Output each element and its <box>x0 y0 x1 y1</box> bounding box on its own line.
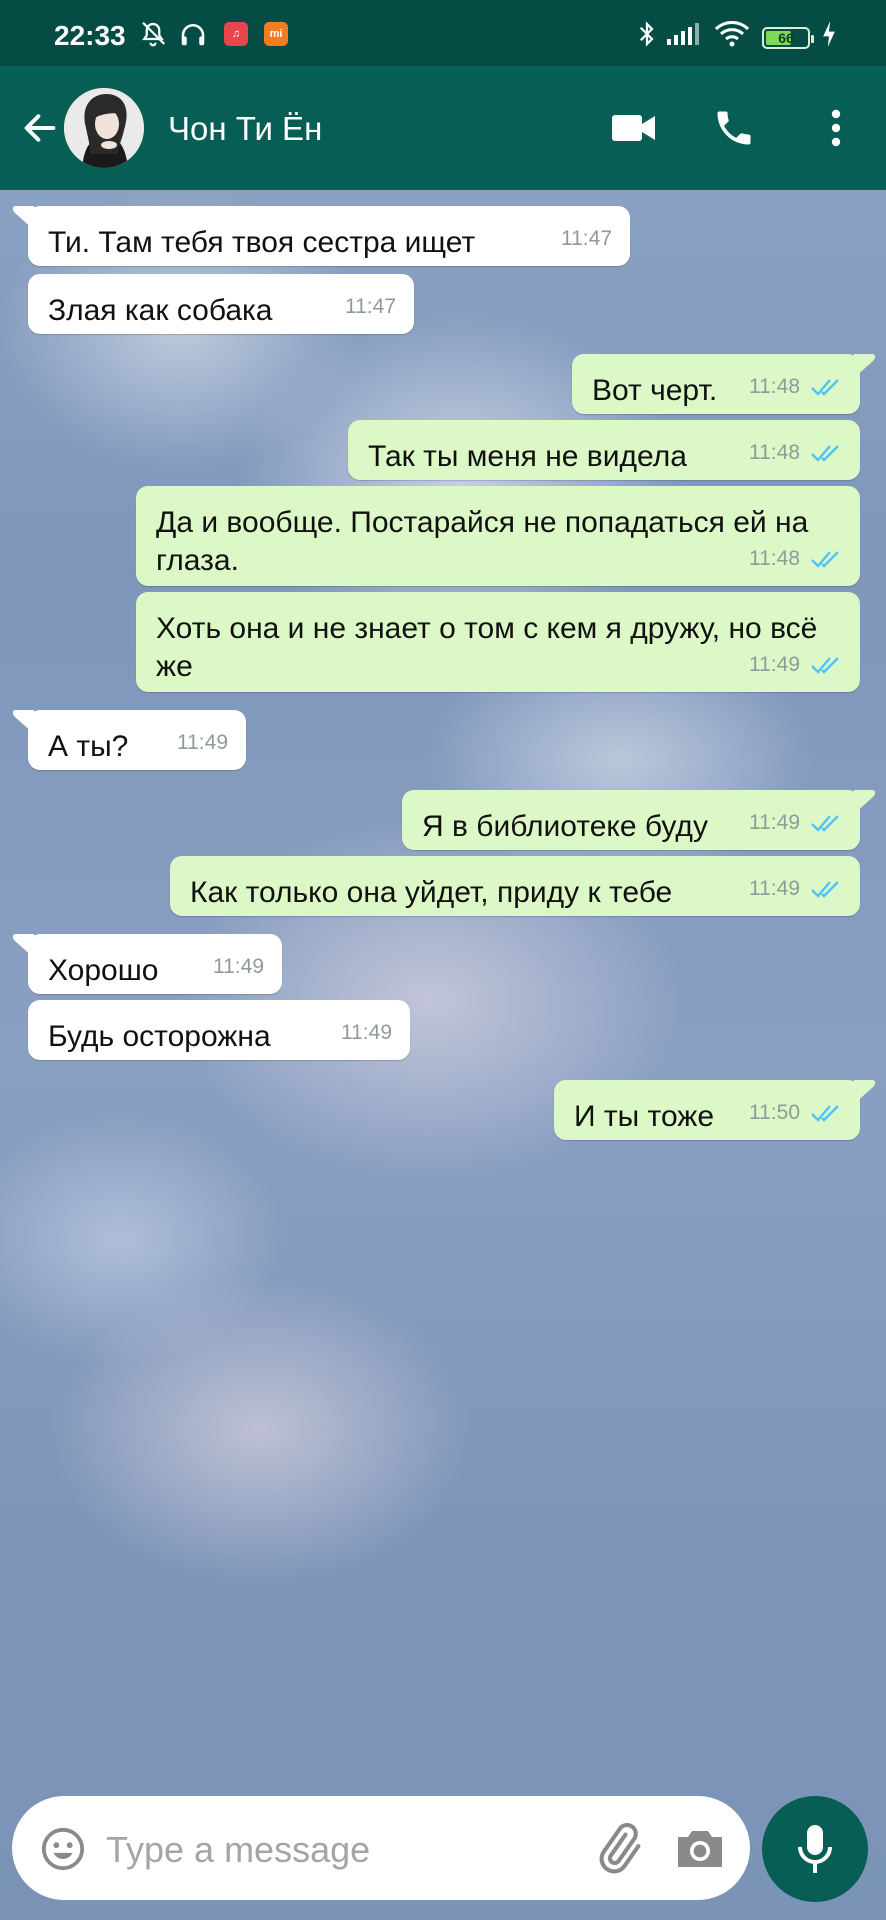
message-meta: 11:49 <box>341 1014 392 1052</box>
message-meta: 11:47 <box>345 288 396 326</box>
message-composer <box>12 1796 750 1900</box>
message-meta: 11:49 <box>749 646 844 684</box>
message-time: 11:49 <box>213 955 264 978</box>
message-text: Хоть она и не знает о том с кем я дружу,… <box>156 612 818 683</box>
contact-name[interactable]: Чон Ти Ён <box>168 110 322 148</box>
message-outgoing[interactable]: Так ты меня не видела 11:48 <box>348 420 860 480</box>
message-time: 11:48 <box>749 441 800 464</box>
message-time: 11:48 <box>749 547 800 570</box>
message-incoming[interactable]: Будь осторожна 11:49 <box>28 1000 410 1060</box>
message-meta: 11:48 <box>749 540 844 578</box>
message-input[interactable] <box>104 1822 578 1878</box>
message-text: Ти. Там тебя твоя сестра ищет <box>48 226 476 259</box>
bubble-tail <box>12 934 34 958</box>
message-text: И ты тоже <box>574 1100 715 1133</box>
battery-level: 66 <box>778 30 794 46</box>
read-ticks-icon <box>811 657 839 674</box>
message-text: Злая как собака <box>48 294 273 327</box>
message-time: 11:47 <box>561 227 612 250</box>
message-time: 11:48 <box>749 375 800 398</box>
voice-call-button[interactable] <box>706 100 762 156</box>
message-outgoing[interactable]: Как только она уйдет, приду к тебе 11:49 <box>170 856 860 916</box>
mute-alarm-icon <box>138 20 168 48</box>
mi-app-badge: mi <box>264 22 288 46</box>
back-arrow-icon <box>24 114 56 142</box>
mi-app-icon: mi <box>264 20 288 48</box>
chat-header: Чон Ти Ён <box>0 66 886 190</box>
message-text: Так ты меня не видела <box>368 440 687 473</box>
message-time: 11:49 <box>749 653 800 676</box>
bubble-tail <box>12 710 34 734</box>
read-ticks-icon <box>811 551 839 568</box>
signal-icon <box>666 20 702 48</box>
message-text: Будь осторожна <box>48 1020 271 1053</box>
message-outgoing[interactable]: Я в библиотеке буду 11:49 <box>402 790 876 850</box>
message-meta: 11:49 <box>749 870 844 908</box>
message-meta: 11:49 <box>213 948 264 986</box>
message-meta: 11:49 <box>177 724 228 762</box>
video-call-button[interactable] <box>606 100 662 156</box>
wifi-icon <box>714 20 750 48</box>
message-time: 11:49 <box>749 877 800 900</box>
music-app-icon: ♫ <box>224 20 248 48</box>
message-incoming[interactable]: Ти. Там тебя твоя сестра ищет 11:47 <box>12 206 630 266</box>
mic-icon <box>798 1825 832 1873</box>
back-button[interactable] <box>16 104 64 152</box>
message-outgoing[interactable]: Да и вообще. Постарайся не попадаться ей… <box>136 486 860 586</box>
contact-avatar[interactable] <box>64 88 144 168</box>
read-ticks-icon <box>811 445 839 462</box>
message-time: 11:50 <box>749 1101 800 1124</box>
video-call-icon <box>612 115 655 141</box>
message-time: 11:49 <box>749 811 800 834</box>
message-meta: 11:48 <box>749 368 844 406</box>
bubble-tail <box>854 1080 876 1104</box>
voice-message-button[interactable] <box>762 1796 868 1902</box>
read-ticks-icon <box>811 881 839 898</box>
message-text: Вот черт. <box>592 374 718 407</box>
status-time: 22:33 <box>54 20 126 51</box>
message-outgoing[interactable]: Вот черт. 11:48 <box>572 354 876 414</box>
message-outgoing[interactable]: Хоть она и не знает о том с кем я дружу,… <box>136 592 860 692</box>
message-meta: 11:49 <box>749 804 844 842</box>
status-bar: 22:33 ♫ mi 66 <box>0 0 886 66</box>
battery-icon: 66 <box>762 27 814 49</box>
message-text: Как только она уйдет, приду к тебе <box>190 876 673 909</box>
headphones-icon <box>178 20 208 48</box>
message-meta: 11:50 <box>749 1094 844 1132</box>
message-time: 11:49 <box>341 1021 392 1044</box>
attach-button[interactable] <box>592 1822 644 1874</box>
emoji-button[interactable] <box>40 1826 86 1872</box>
camera-button[interactable] <box>674 1826 726 1872</box>
message-text: А ты? <box>48 730 129 763</box>
voice-call-icon <box>717 111 751 145</box>
message-time: 11:49 <box>177 731 228 754</box>
message-incoming[interactable]: А ты? 11:49 <box>12 710 246 770</box>
message-list[interactable]: Ти. Там тебя твоя сестра ищет 11:47 Злая… <box>0 190 886 1790</box>
message-text: Я в библиотеке буду <box>422 810 708 843</box>
bubble-tail <box>854 790 876 814</box>
bluetooth-icon <box>636 20 658 48</box>
message-meta: 11:47 <box>561 220 612 258</box>
avatar-photo <box>64 88 144 168</box>
read-ticks-icon <box>811 815 839 832</box>
camera-icon <box>678 1831 722 1867</box>
message-text: Хорошо <box>48 954 159 987</box>
read-ticks-icon <box>811 379 839 396</box>
message-incoming[interactable]: Злая как собака 11:47 <box>28 274 414 334</box>
message-incoming[interactable]: Хорошо 11:49 <box>12 934 282 994</box>
bubble-tail <box>12 206 34 230</box>
charging-icon <box>820 20 838 48</box>
battery-cap <box>811 35 814 43</box>
more-options-icon <box>831 109 841 147</box>
more-options-button[interactable] <box>808 100 864 156</box>
message-time: 11:47 <box>345 295 396 318</box>
message-text: Да и вообще. Постарайся не попадаться ей… <box>156 506 809 577</box>
message-meta: 11:48 <box>749 434 844 472</box>
bubble-tail <box>854 354 876 378</box>
message-outgoing[interactable]: И ты тоже 11:50 <box>554 1080 876 1140</box>
music-app-badge: ♫ <box>224 22 248 46</box>
attach-icon <box>599 1822 641 1874</box>
emoji-icon <box>41 1827 85 1871</box>
read-ticks-icon <box>811 1105 839 1122</box>
